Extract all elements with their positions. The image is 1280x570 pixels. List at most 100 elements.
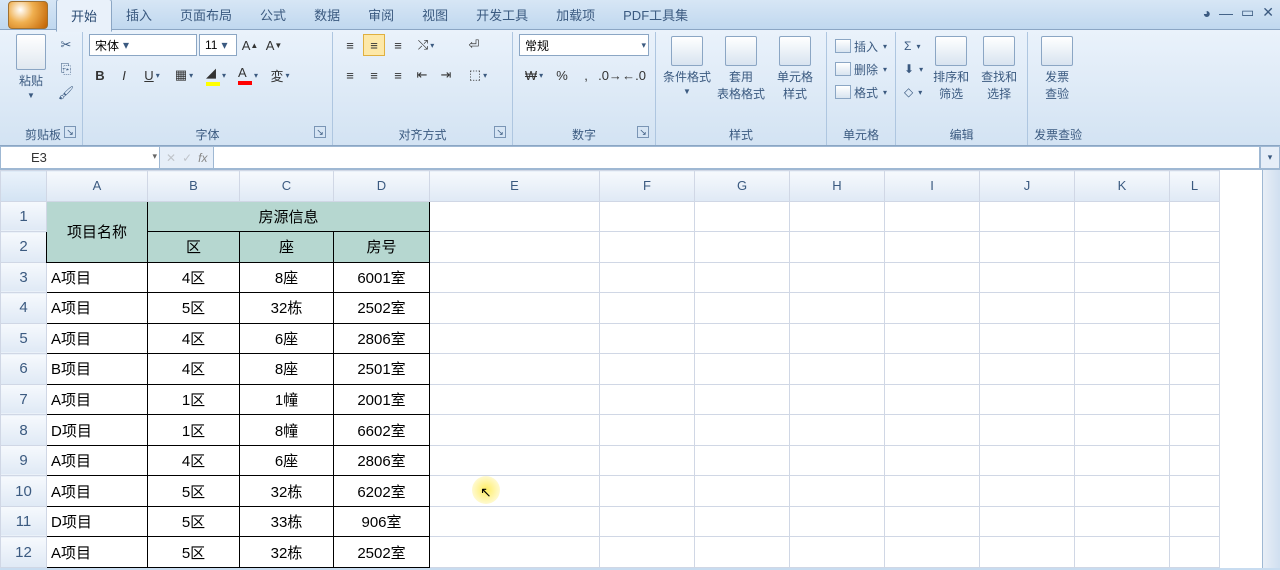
data-cell[interactable]: 2502室	[334, 537, 430, 568]
font-color-button[interactable]: A▾	[233, 64, 263, 86]
currency-button[interactable]: ₩▾	[519, 64, 549, 86]
cell[interactable]	[430, 384, 600, 415]
cell[interactable]	[980, 354, 1075, 385]
cell[interactable]	[695, 232, 790, 263]
data-cell[interactable]: 8幢	[240, 415, 334, 446]
find-select-button[interactable]: 查找和 选择	[977, 34, 1021, 106]
restore-icon[interactable]: ▭	[1241, 4, 1254, 21]
cell[interactable]	[600, 445, 695, 476]
clear-button[interactable]: ◇▾	[902, 82, 925, 102]
cell[interactable]	[885, 262, 980, 293]
data-cell[interactable]: 32栋	[240, 476, 334, 507]
cell[interactable]	[695, 354, 790, 385]
row-header[interactable]: 11	[1, 506, 47, 537]
cell[interactable]	[695, 445, 790, 476]
cell[interactable]	[1075, 262, 1170, 293]
data-cell[interactable]: 1区	[148, 384, 240, 415]
data-cell[interactable]: 2806室	[334, 445, 430, 476]
data-cell[interactable]: 5区	[148, 293, 240, 324]
delete-cells-button[interactable]: 删除▾	[833, 59, 889, 79]
header-project[interactable]: 项目名称	[47, 201, 148, 262]
clipboard-launcher[interactable]: ↘	[64, 126, 76, 138]
decrease-font-button[interactable]: A▼	[263, 34, 285, 56]
cell[interactable]	[600, 384, 695, 415]
cell[interactable]	[790, 537, 885, 568]
phonetic-button[interactable]: 変▾	[265, 64, 295, 86]
data-cell[interactable]: D项目	[47, 506, 148, 537]
cell[interactable]	[600, 415, 695, 446]
underline-button[interactable]: U▾	[137, 64, 167, 86]
cell[interactable]	[885, 201, 980, 232]
cell[interactable]	[980, 262, 1075, 293]
cell[interactable]	[695, 415, 790, 446]
data-cell[interactable]: B项目	[47, 354, 148, 385]
cell[interactable]	[790, 354, 885, 385]
decrease-decimal-button[interactable]: ←.0	[623, 64, 645, 86]
cell[interactable]	[885, 476, 980, 507]
cell[interactable]	[1170, 476, 1220, 507]
data-cell[interactable]: 5区	[148, 506, 240, 537]
data-cell[interactable]: 1区	[148, 415, 240, 446]
comma-button[interactable]: ,	[575, 64, 597, 86]
row-header[interactable]: 6	[1, 354, 47, 385]
cell[interactable]	[695, 262, 790, 293]
tab-审阅[interactable]: 审阅	[354, 0, 408, 31]
col-header-K[interactable]: K	[1075, 171, 1170, 202]
conditional-formatting-button[interactable]: 条件格式▼	[662, 34, 712, 106]
cell[interactable]	[885, 232, 980, 263]
cell[interactable]	[695, 293, 790, 324]
cell[interactable]	[1170, 201, 1220, 232]
cell[interactable]	[1170, 537, 1220, 568]
cell[interactable]	[980, 476, 1075, 507]
tab-开发工具[interactable]: 开发工具	[462, 0, 542, 31]
cell[interactable]	[430, 537, 600, 568]
cell[interactable]	[885, 354, 980, 385]
cell[interactable]	[1075, 354, 1170, 385]
cell[interactable]	[1075, 384, 1170, 415]
cell[interactable]	[980, 384, 1075, 415]
cell[interactable]	[430, 415, 600, 446]
cell[interactable]	[430, 354, 600, 385]
cell[interactable]	[980, 293, 1075, 324]
cell[interactable]	[600, 537, 695, 568]
cell[interactable]	[695, 201, 790, 232]
cell[interactable]	[1075, 506, 1170, 537]
cell[interactable]	[600, 323, 695, 354]
tab-公式[interactable]: 公式	[246, 0, 300, 31]
data-cell[interactable]: 32栋	[240, 537, 334, 568]
chevron-down-icon[interactable]: ▾	[152, 151, 157, 162]
increase-decimal-button[interactable]: .0→	[599, 64, 621, 86]
office-button[interactable]	[0, 0, 56, 30]
row-header[interactable]: 7	[1, 384, 47, 415]
cell[interactable]	[600, 262, 695, 293]
header-building[interactable]: 座	[240, 232, 334, 263]
col-header-L[interactable]: L	[1170, 171, 1220, 202]
cell[interactable]	[430, 293, 600, 324]
data-cell[interactable]: A项目	[47, 262, 148, 293]
cell[interactable]	[790, 506, 885, 537]
data-cell[interactable]: 906室	[334, 506, 430, 537]
autosum-button[interactable]: Σ▾	[902, 36, 925, 56]
col-header-H[interactable]: H	[790, 171, 885, 202]
data-cell[interactable]: 6202室	[334, 476, 430, 507]
cell[interactable]	[1075, 201, 1170, 232]
help-icon[interactable]: ◕	[1203, 5, 1211, 21]
increase-font-button[interactable]: A▲	[239, 34, 261, 56]
cell[interactable]	[1075, 445, 1170, 476]
cell[interactable]	[1075, 415, 1170, 446]
row-header[interactable]: 3	[1, 262, 47, 293]
cell[interactable]	[1170, 293, 1220, 324]
data-cell[interactable]: 4区	[148, 445, 240, 476]
cell[interactable]	[1170, 506, 1220, 537]
header-zone[interactable]: 区	[148, 232, 240, 263]
data-cell[interactable]: A项目	[47, 537, 148, 568]
cut-button[interactable]: ✂	[56, 36, 76, 54]
percent-button[interactable]: %	[551, 64, 573, 86]
orientation-button[interactable]: ⤭▾	[411, 34, 441, 56]
cell[interactable]	[1075, 537, 1170, 568]
data-cell[interactable]: 6602室	[334, 415, 430, 446]
cell[interactable]	[885, 506, 980, 537]
col-header-C[interactable]: C	[240, 171, 334, 202]
row-header[interactable]: 5	[1, 323, 47, 354]
col-header-E[interactable]: E	[430, 171, 600, 202]
